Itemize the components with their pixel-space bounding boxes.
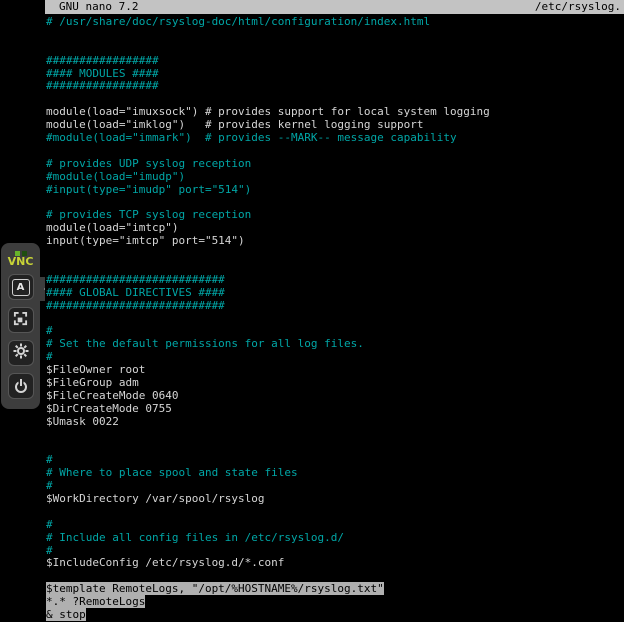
- novnc-logo: VNC: [1, 248, 40, 267]
- editor-line: $WorkDirectory /var/spool/rsyslog: [46, 493, 624, 506]
- editor-line: [46, 441, 624, 454]
- editor-buffer[interactable]: # /usr/share/doc/rsyslog-doc/html/config…: [45, 14, 624, 622]
- nano-file-path: /etc/rsyslog.: [535, 0, 621, 14]
- editor-line: ###########################: [46, 300, 624, 313]
- editor-line: [46, 429, 624, 442]
- novnc-control-bar: VNC A: [1, 243, 40, 409]
- fullscreen-button[interactable]: [8, 307, 34, 333]
- nano-app-title: GNU nano 7.2: [59, 0, 138, 14]
- editor-line: [46, 248, 624, 261]
- power-icon: [14, 379, 28, 393]
- editor-line: $Umask 0022: [46, 416, 624, 429]
- settings-button[interactable]: [8, 340, 34, 366]
- terminal-window[interactable]: GNU nano 7.2 /etc/rsyslog. # /usr/share/…: [45, 0, 624, 622]
- editor-line: #module(load="immark") # provides --MARK…: [46, 132, 624, 145]
- editor-line: [46, 312, 624, 325]
- editor-line: # Include all config files in /etc/rsysl…: [46, 532, 624, 545]
- editor-line: input(type="imtcp" port="514"): [46, 235, 624, 248]
- keyboard-key-icon: A: [12, 279, 30, 296]
- editor-line: # Set the default permissions for all lo…: [46, 338, 624, 351]
- editor-line: # /usr/share/doc/rsyslog-doc/html/config…: [46, 16, 624, 29]
- nano-title-bar: GNU nano 7.2 /etc/rsyslog.: [45, 0, 624, 14]
- editor-line: # Where to place spool and state files: [46, 467, 624, 480]
- fullscreen-icon: [13, 311, 28, 330]
- editor-line: & stop: [46, 609, 624, 622]
- extra-keys-button[interactable]: A: [8, 274, 34, 300]
- remote-desktop: VNC A: [0, 0, 624, 622]
- editor-line: [46, 29, 624, 42]
- power-button[interactable]: [8, 373, 34, 399]
- editor-line: [46, 506, 624, 519]
- gear-icon: [13, 343, 29, 363]
- novnc-logo-text: VNC: [1, 256, 40, 267]
- editor-line: $DirCreateMode 0755: [46, 403, 624, 416]
- editor-line: $IncludeConfig /etc/rsyslog.d/*.conf: [46, 557, 624, 570]
- editor-line: *.* ?RemoteLogs: [46, 596, 624, 609]
- editor-line: #input(type="imudp" port="514"): [46, 184, 624, 197]
- editor-line: #################: [46, 80, 624, 93]
